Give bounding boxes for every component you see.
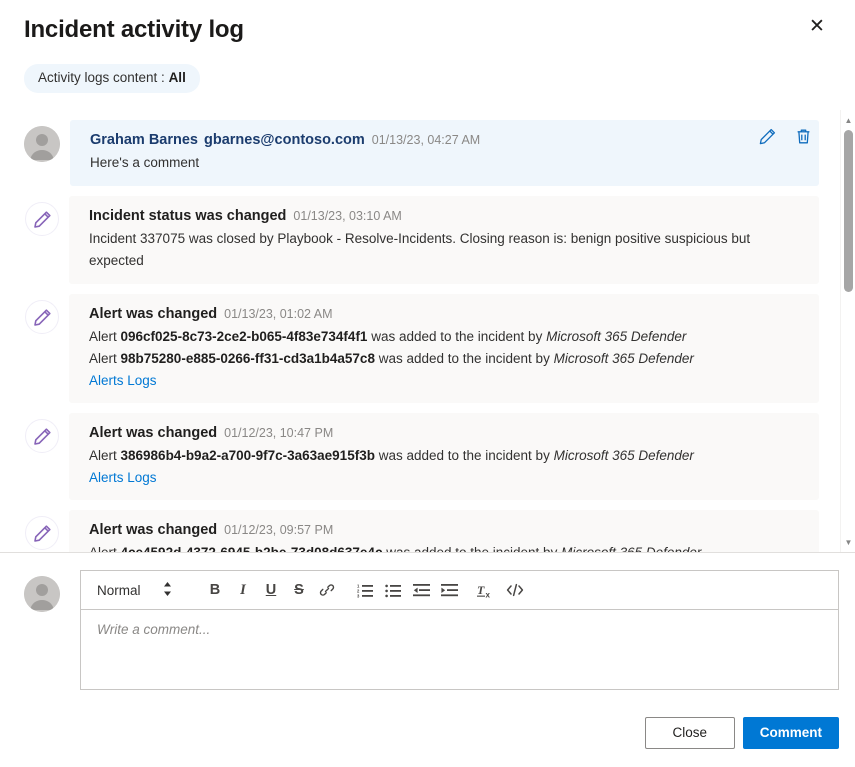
entry-title: Alert was changed (89, 425, 217, 441)
text-style-dropdown[interactable]: Normal (91, 576, 187, 604)
svg-text:x: x (486, 590, 491, 599)
activity-log-entry: Alert was changed01/13/23, 01:02 AMAlert… (24, 294, 819, 403)
alert-guid: 4ce4592d-4372-6945-b2be-73d08d637e4c (121, 545, 383, 552)
bold-button[interactable]: B (201, 576, 229, 604)
line-actor: Microsoft 365 Defender (554, 448, 694, 463)
entry-line: Alert 98b75280-e885-0266-ff31-cd3a1b4a57… (89, 348, 807, 370)
comment-text: Here's a comment (90, 152, 807, 174)
line-mid: was added to the incident by (367, 329, 546, 344)
activity-logs-content-filter[interactable]: Activity logs content : All (24, 64, 200, 93)
scrollbar-thumb[interactable] (844, 130, 853, 292)
entry-actions (757, 126, 813, 146)
activity-log-scroll-content[interactable]: Graham Barnes gbarnes@contoso.com 01/13/23… (0, 110, 855, 552)
clear-formatting-icon[interactable]: T x (473, 576, 501, 604)
comment-button[interactable]: Comment (743, 717, 839, 749)
line-actor: Microsoft 365 Defender (546, 329, 686, 344)
filter-value: All (169, 70, 186, 85)
activity-log-entry-body: Graham Barnes gbarnes@contoso.com 01/13/23… (70, 120, 819, 186)
entry-line: Alert 386986b4-b9a2-a700-9f7c-3a63ae915f… (89, 445, 807, 467)
activity-log-entry-body: Alert was changed01/12/23, 10:47 PMAlert… (69, 413, 819, 500)
underline-button[interactable]: U (257, 576, 285, 604)
entry-author-email: gbarnes@contoso.com (204, 132, 365, 148)
entry-timestamp: 01/13/23, 01:02 AM (224, 307, 332, 321)
close-button[interactable]: Close (645, 717, 735, 749)
activity-log-entry: Graham Barnes gbarnes@contoso.com 01/13/23… (24, 120, 819, 186)
alert-guid: 096cf025-8c73-2ce2-b065-4f83e734f4f1 (121, 329, 368, 344)
alerts-logs-link[interactable]: Alerts Logs (89, 370, 157, 391)
line-actor: Microsoft 365 Defender (561, 545, 701, 552)
entry-header: Alert was changed 01/12/23, 09:57 PM (89, 520, 807, 540)
editor-toolbar: Normal B I U S (80, 570, 839, 610)
activity-log-entry-body: Alert was changed01/13/23, 01:02 AMAlert… (69, 294, 819, 403)
author-avatar (24, 126, 60, 162)
page-title: Incident activity log (24, 14, 831, 46)
entry-line: Alert 4ce4592d-4372-6945-b2be-73d08d637e… (89, 542, 807, 552)
ordered-list-button[interactable]: 1 2 3 (351, 576, 379, 604)
entry-header: Alert was changed 01/12/23, 10:47 PM (89, 423, 807, 443)
panel-footer: Close Comment (645, 717, 839, 749)
system-pencil-icon (25, 516, 59, 550)
filter-row: Activity logs content : All (0, 46, 855, 93)
entry-title: Alert was changed (89, 306, 217, 322)
activity-log-entry: Incident status was changed 01/13/23, 03:… (24, 196, 819, 284)
system-pencil-icon (25, 300, 59, 334)
line-mid: was added to the incident by (375, 448, 554, 463)
entry-header: Alert was changed 01/13/23, 01:02 AM (89, 304, 807, 324)
editor-wrapper: Normal B I U S (80, 570, 839, 690)
line-mid: was added to the incident by (375, 351, 554, 366)
current-user-avatar (24, 576, 60, 612)
svg-text:T: T (477, 583, 485, 597)
svg-text:3: 3 (357, 593, 360, 598)
alert-guid: 98b75280-e885-0266-ff31-cd3a1b4a57c8 (121, 351, 375, 366)
entry-line: Incident 337075 was closed by Playbook -… (89, 228, 807, 272)
entry-header: Incident status was changed 01/13/23, 03:… (89, 206, 807, 226)
increase-indent-button[interactable] (435, 576, 463, 604)
line-mid: was added to the incident by (382, 545, 561, 552)
link-icon[interactable] (313, 576, 341, 604)
decrease-indent-button[interactable] (407, 576, 435, 604)
code-view-button[interactable] (501, 576, 529, 604)
activity-log-entry: Alert was changed01/12/23, 10:47 PMAlert… (24, 413, 819, 500)
delete-icon[interactable] (793, 126, 813, 146)
edit-icon[interactable] (757, 126, 777, 146)
alerts-logs-link[interactable]: Alerts Logs (89, 467, 157, 488)
line-pre: Alert (89, 448, 121, 463)
entry-title: Incident status was changed (89, 208, 286, 224)
entry-line: Alert 096cf025-8c73-2ce2-b065-4f83e734f4… (89, 326, 807, 348)
entry-timestamp: 01/12/23, 09:57 PM (224, 523, 333, 537)
chevron-updown-icon (163, 582, 172, 599)
activity-log-scrollbar[interactable]: ▲ ▼ (840, 110, 855, 552)
activity-log-entry-body: Incident status was changed 01/13/23, 03:… (69, 196, 819, 284)
comment-input[interactable]: Write a comment... (80, 610, 839, 690)
activity-log-entry-body: Alert was changed01/12/23, 09:57 PMAlert… (69, 510, 819, 552)
line-pre: Incident 337075 was closed by Playbook -… (89, 231, 750, 268)
entry-author: Graham Barnes (90, 132, 198, 148)
system-pencil-icon (25, 419, 59, 453)
comment-editor: Normal B I U S (24, 570, 839, 690)
scroll-down-arrow-icon[interactable]: ▼ (841, 534, 855, 550)
alert-guid: 386986b4-b9a2-a700-9f7c-3a63ae915f3b (121, 448, 375, 463)
section-divider (0, 552, 855, 553)
incident-activity-log-panel: Incident activity log ✕ Activity logs co… (0, 0, 855, 767)
line-actor: Microsoft 365 Defender (554, 351, 694, 366)
entry-title: Alert was changed (89, 522, 217, 538)
activity-log-list: Graham Barnes gbarnes@contoso.com 01/13/23… (0, 110, 855, 552)
strikethrough-button[interactable]: S (285, 576, 313, 604)
scroll-up-arrow-icon[interactable]: ▲ (841, 112, 855, 128)
italic-button[interactable]: I (229, 576, 257, 604)
entry-timestamp: 01/12/23, 10:47 PM (224, 426, 333, 440)
text-style-value: Normal (97, 583, 141, 598)
panel-header: Incident activity log ✕ (0, 0, 855, 46)
line-pre: Alert (89, 351, 121, 366)
bulleted-list-button[interactable] (379, 576, 407, 604)
filter-label: Activity logs content : (38, 70, 169, 85)
entry-header: Graham Barnes gbarnes@contoso.com 01/13/23… (90, 130, 807, 150)
line-pre: Alert (89, 329, 121, 344)
entry-timestamp: 01/13/23, 03:10 AM (293, 209, 401, 223)
line-pre: Alert (89, 545, 121, 552)
close-icon[interactable]: ✕ (799, 8, 835, 44)
entry-timestamp: 01/13/23, 04:27 AM (372, 133, 480, 147)
system-pencil-icon (25, 202, 59, 236)
activity-log-entry: Alert was changed01/12/23, 09:57 PMAlert… (24, 510, 819, 552)
